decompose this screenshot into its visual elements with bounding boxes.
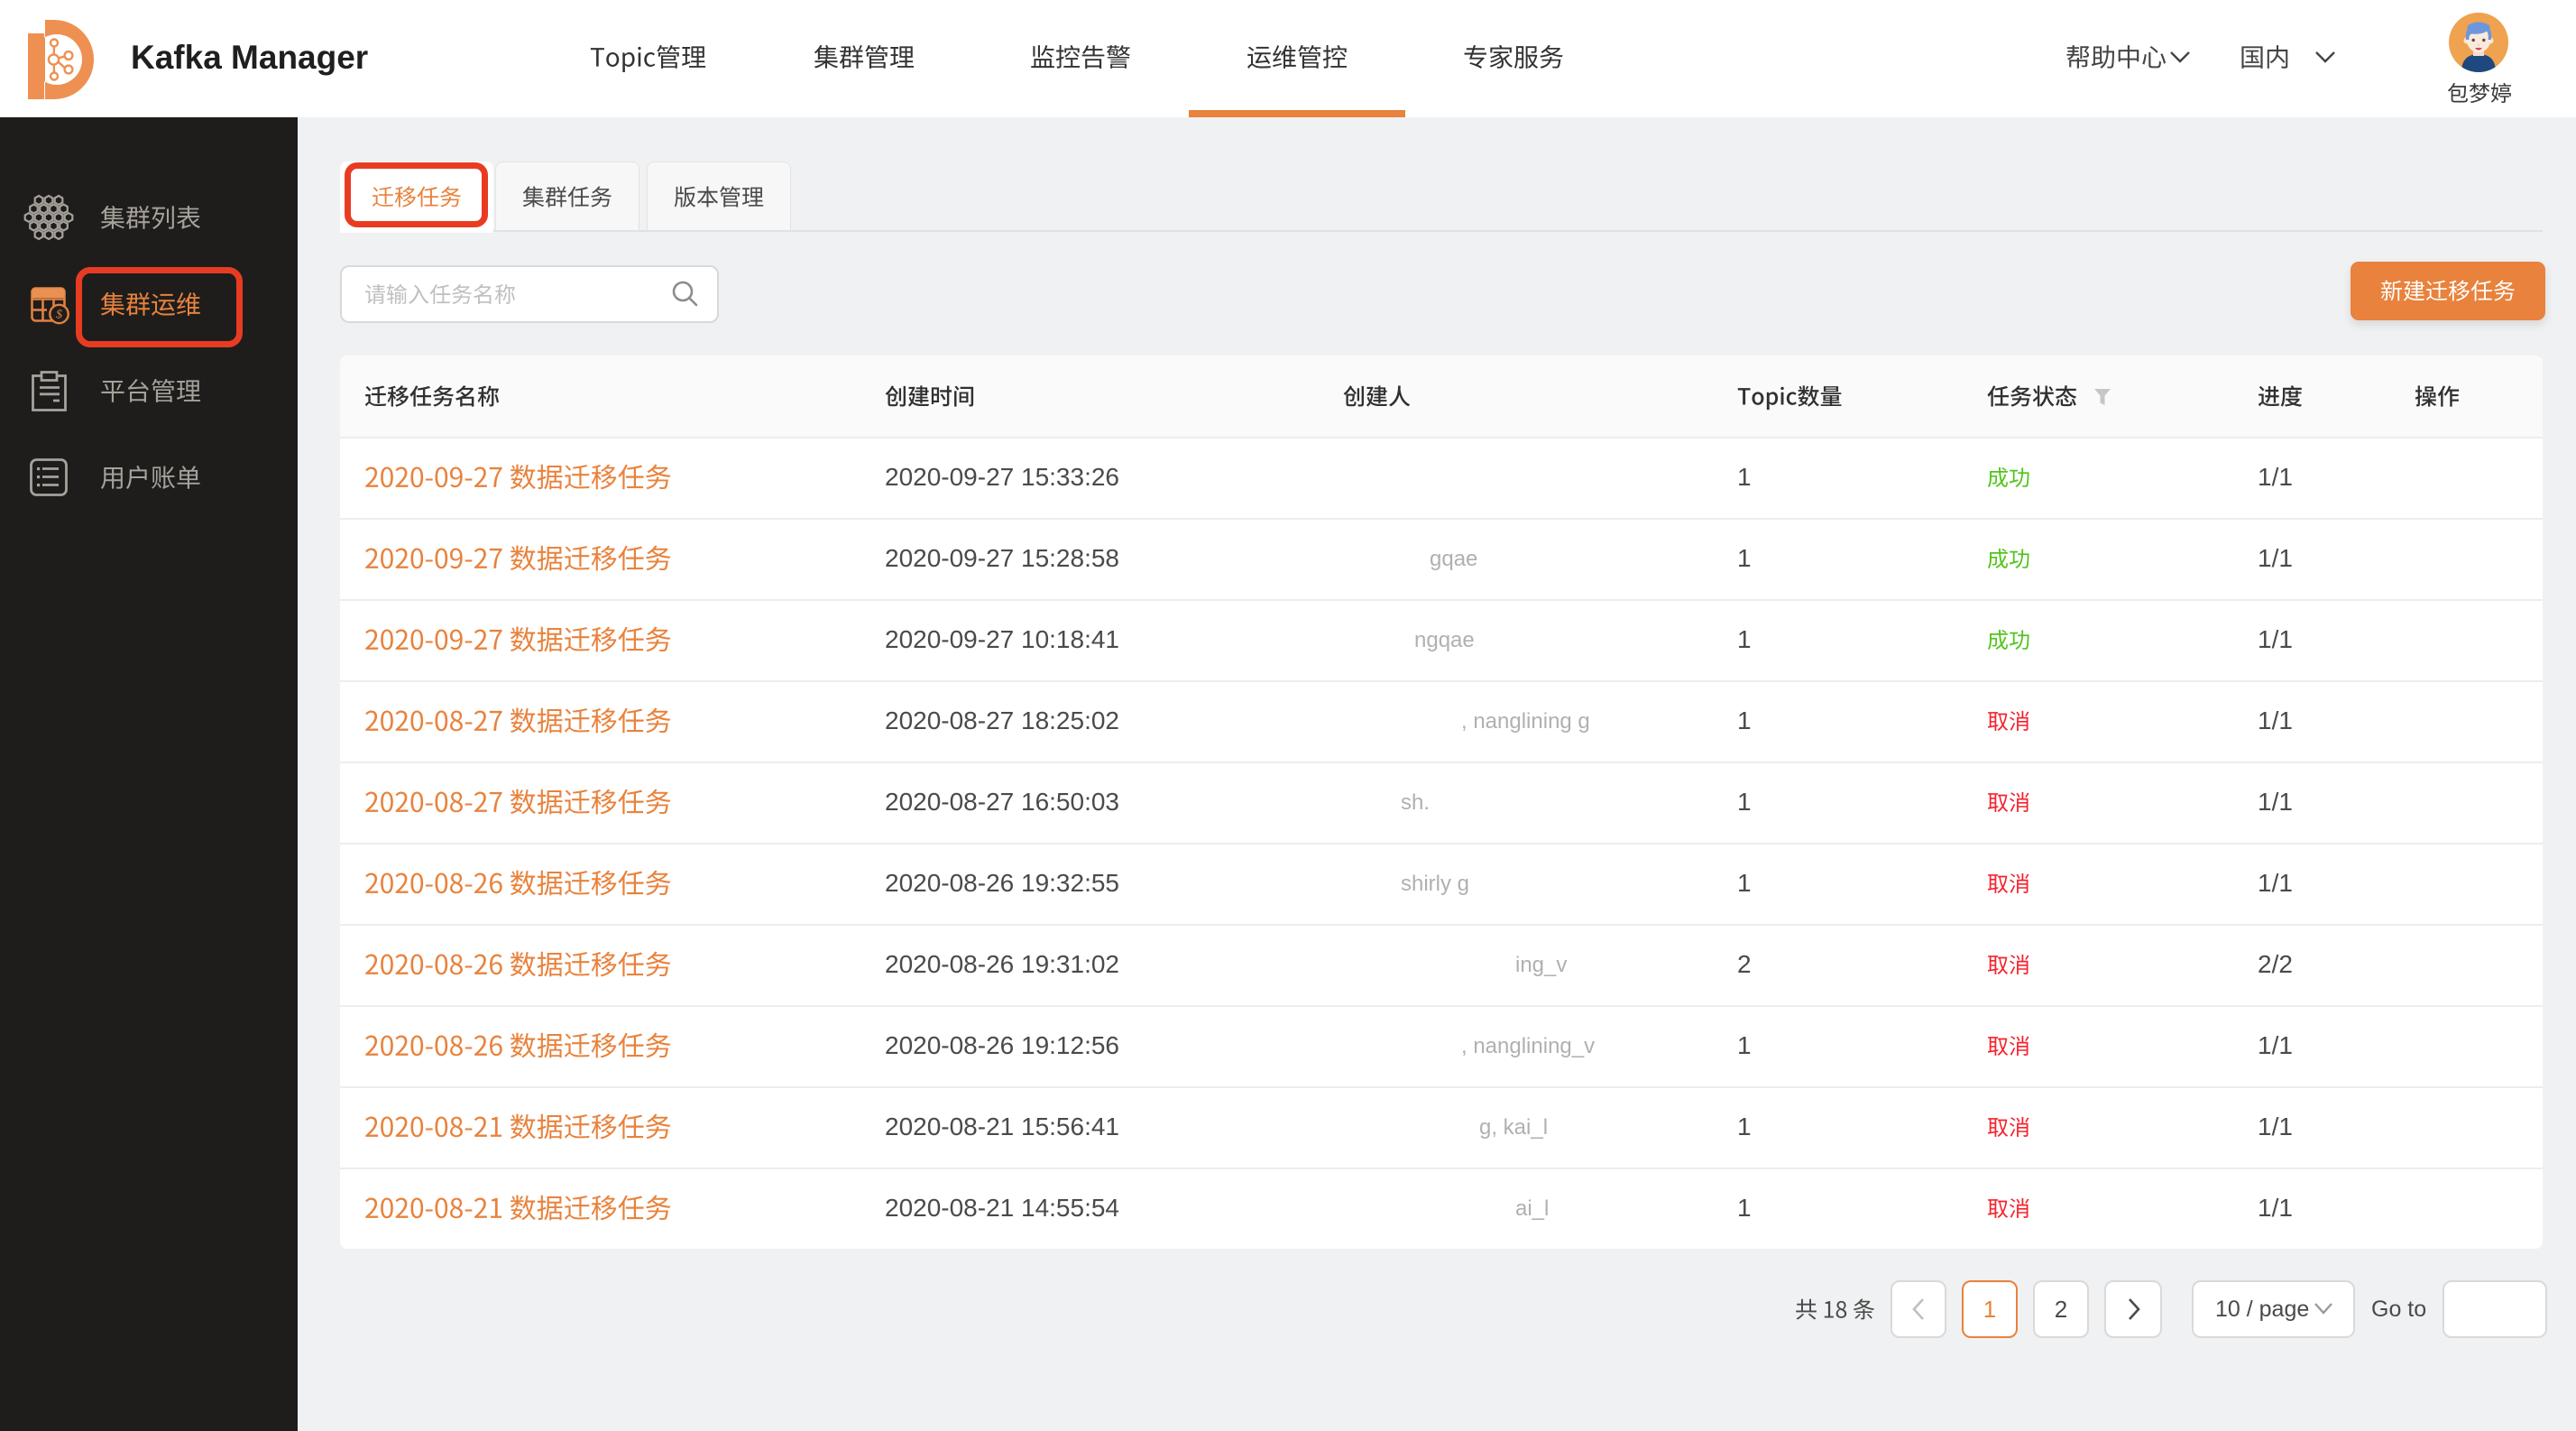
svg-text:$: $ [56, 309, 62, 322]
